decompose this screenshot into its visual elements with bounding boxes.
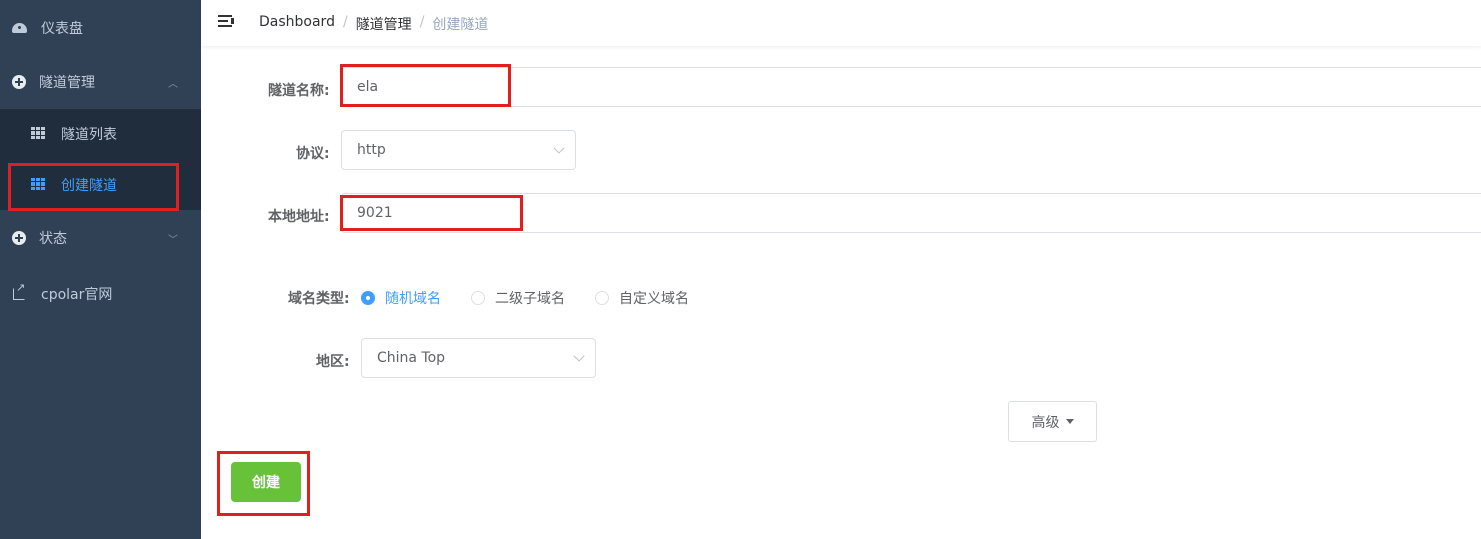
chevron-down-icon [553, 142, 565, 154]
radio-dot [361, 291, 375, 305]
region-select[interactable]: China Top [361, 338, 596, 378]
radio-dot [595, 291, 609, 305]
sidebar-item-status[interactable]: 状态 ﹀ [0, 210, 201, 266]
radio-random-domain[interactable]: 随机域名 [361, 288, 441, 308]
radio-subdomain[interactable]: 二级子域名 [471, 288, 565, 308]
breadcrumb-separator: / [419, 14, 425, 30]
sidebar-item-tunnel-list[interactable]: 隧道列表 [0, 109, 201, 159]
chevron-down-icon [573, 350, 585, 362]
sidebar-item-tunnel-management[interactable]: 隧道管理 ︿ [0, 54, 201, 110]
table-icon [31, 178, 45, 192]
top-navbar: Dashboard / 隧道管理 / 创建隧道 [201, 0, 1481, 46]
tunnel-name-input[interactable]: ela [341, 67, 1481, 107]
local-address-label: 本地地址: [268, 209, 330, 225]
radio-custom-domain[interactable]: 自定义域名 [595, 288, 689, 308]
sidebar-item-label: 创建隧道 [61, 178, 117, 194]
external-link-icon [11, 281, 27, 302]
caret-down-icon [1065, 419, 1074, 424]
sidebar-item-label: 状态 [39, 231, 67, 247]
breadcrumb: Dashboard / 隧道管理 / 创建隧道 [259, 14, 488, 34]
sidebar-item-label: 隧道管理 [39, 75, 95, 91]
radio-label: 随机域名 [385, 291, 441, 307]
sidebar-item-label: 隧道列表 [61, 127, 117, 143]
chevron-up-icon: ︿ [168, 78, 178, 90]
radio-label: 二级子域名 [495, 291, 565, 307]
tunnel-submenu: 隧道列表 创建隧道 [0, 109, 201, 210]
protocol-select[interactable]: http [341, 130, 576, 170]
dashboard-icon [11, 20, 27, 36]
breadcrumb-tunnel-management[interactable]: 隧道管理 [356, 14, 412, 34]
region-value: China Top [377, 350, 446, 366]
radio-label: 自定义域名 [619, 291, 689, 307]
sidebar-item-cpolar-site[interactable]: cpolar官网 [0, 266, 201, 322]
advanced-label: 高级 [1031, 414, 1060, 431]
hamburger-menu-icon[interactable] [218, 15, 234, 28]
region-label: 地区: [316, 354, 350, 370]
sidebar: 仪表盘 隧道管理 ︿ 隧道列表 创建隧道 状态 ﹀ cpolar官网 [0, 0, 201, 539]
tunnel-name-value: ela [357, 79, 379, 95]
domain-type-label: 域名类型: [288, 291, 350, 307]
protocol-value: http [357, 142, 386, 158]
protocol-label: 协议: [296, 146, 330, 162]
status-icon [11, 230, 27, 246]
create-label: 创建 [252, 475, 280, 491]
breadcrumb-separator: / [342, 14, 348, 30]
sidebar-item-create-tunnel[interactable]: 创建隧道 [0, 160, 201, 210]
advanced-button[interactable]: 高级 [1008, 401, 1097, 442]
breadcrumb-dashboard[interactable]: Dashboard [259, 14, 335, 34]
sidebar-item-dashboard[interactable]: 仪表盘 [0, 0, 201, 56]
local-address-value: 9021 [357, 205, 393, 221]
sidebar-item-label: 仪表盘 [41, 21, 83, 37]
table-icon [31, 127, 45, 141]
chevron-down-icon: ﹀ [168, 234, 178, 246]
create-button[interactable]: 创建 [231, 462, 301, 502]
sidebar-item-label: cpolar官网 [41, 287, 113, 303]
breadcrumb-create-tunnel: 创建隧道 [432, 17, 489, 33]
radio-dot [471, 291, 485, 305]
local-address-input[interactable]: 9021 [341, 193, 1481, 233]
tunnel-management-icon [11, 74, 27, 90]
tunnel-name-label: 隧道名称: [268, 83, 330, 99]
